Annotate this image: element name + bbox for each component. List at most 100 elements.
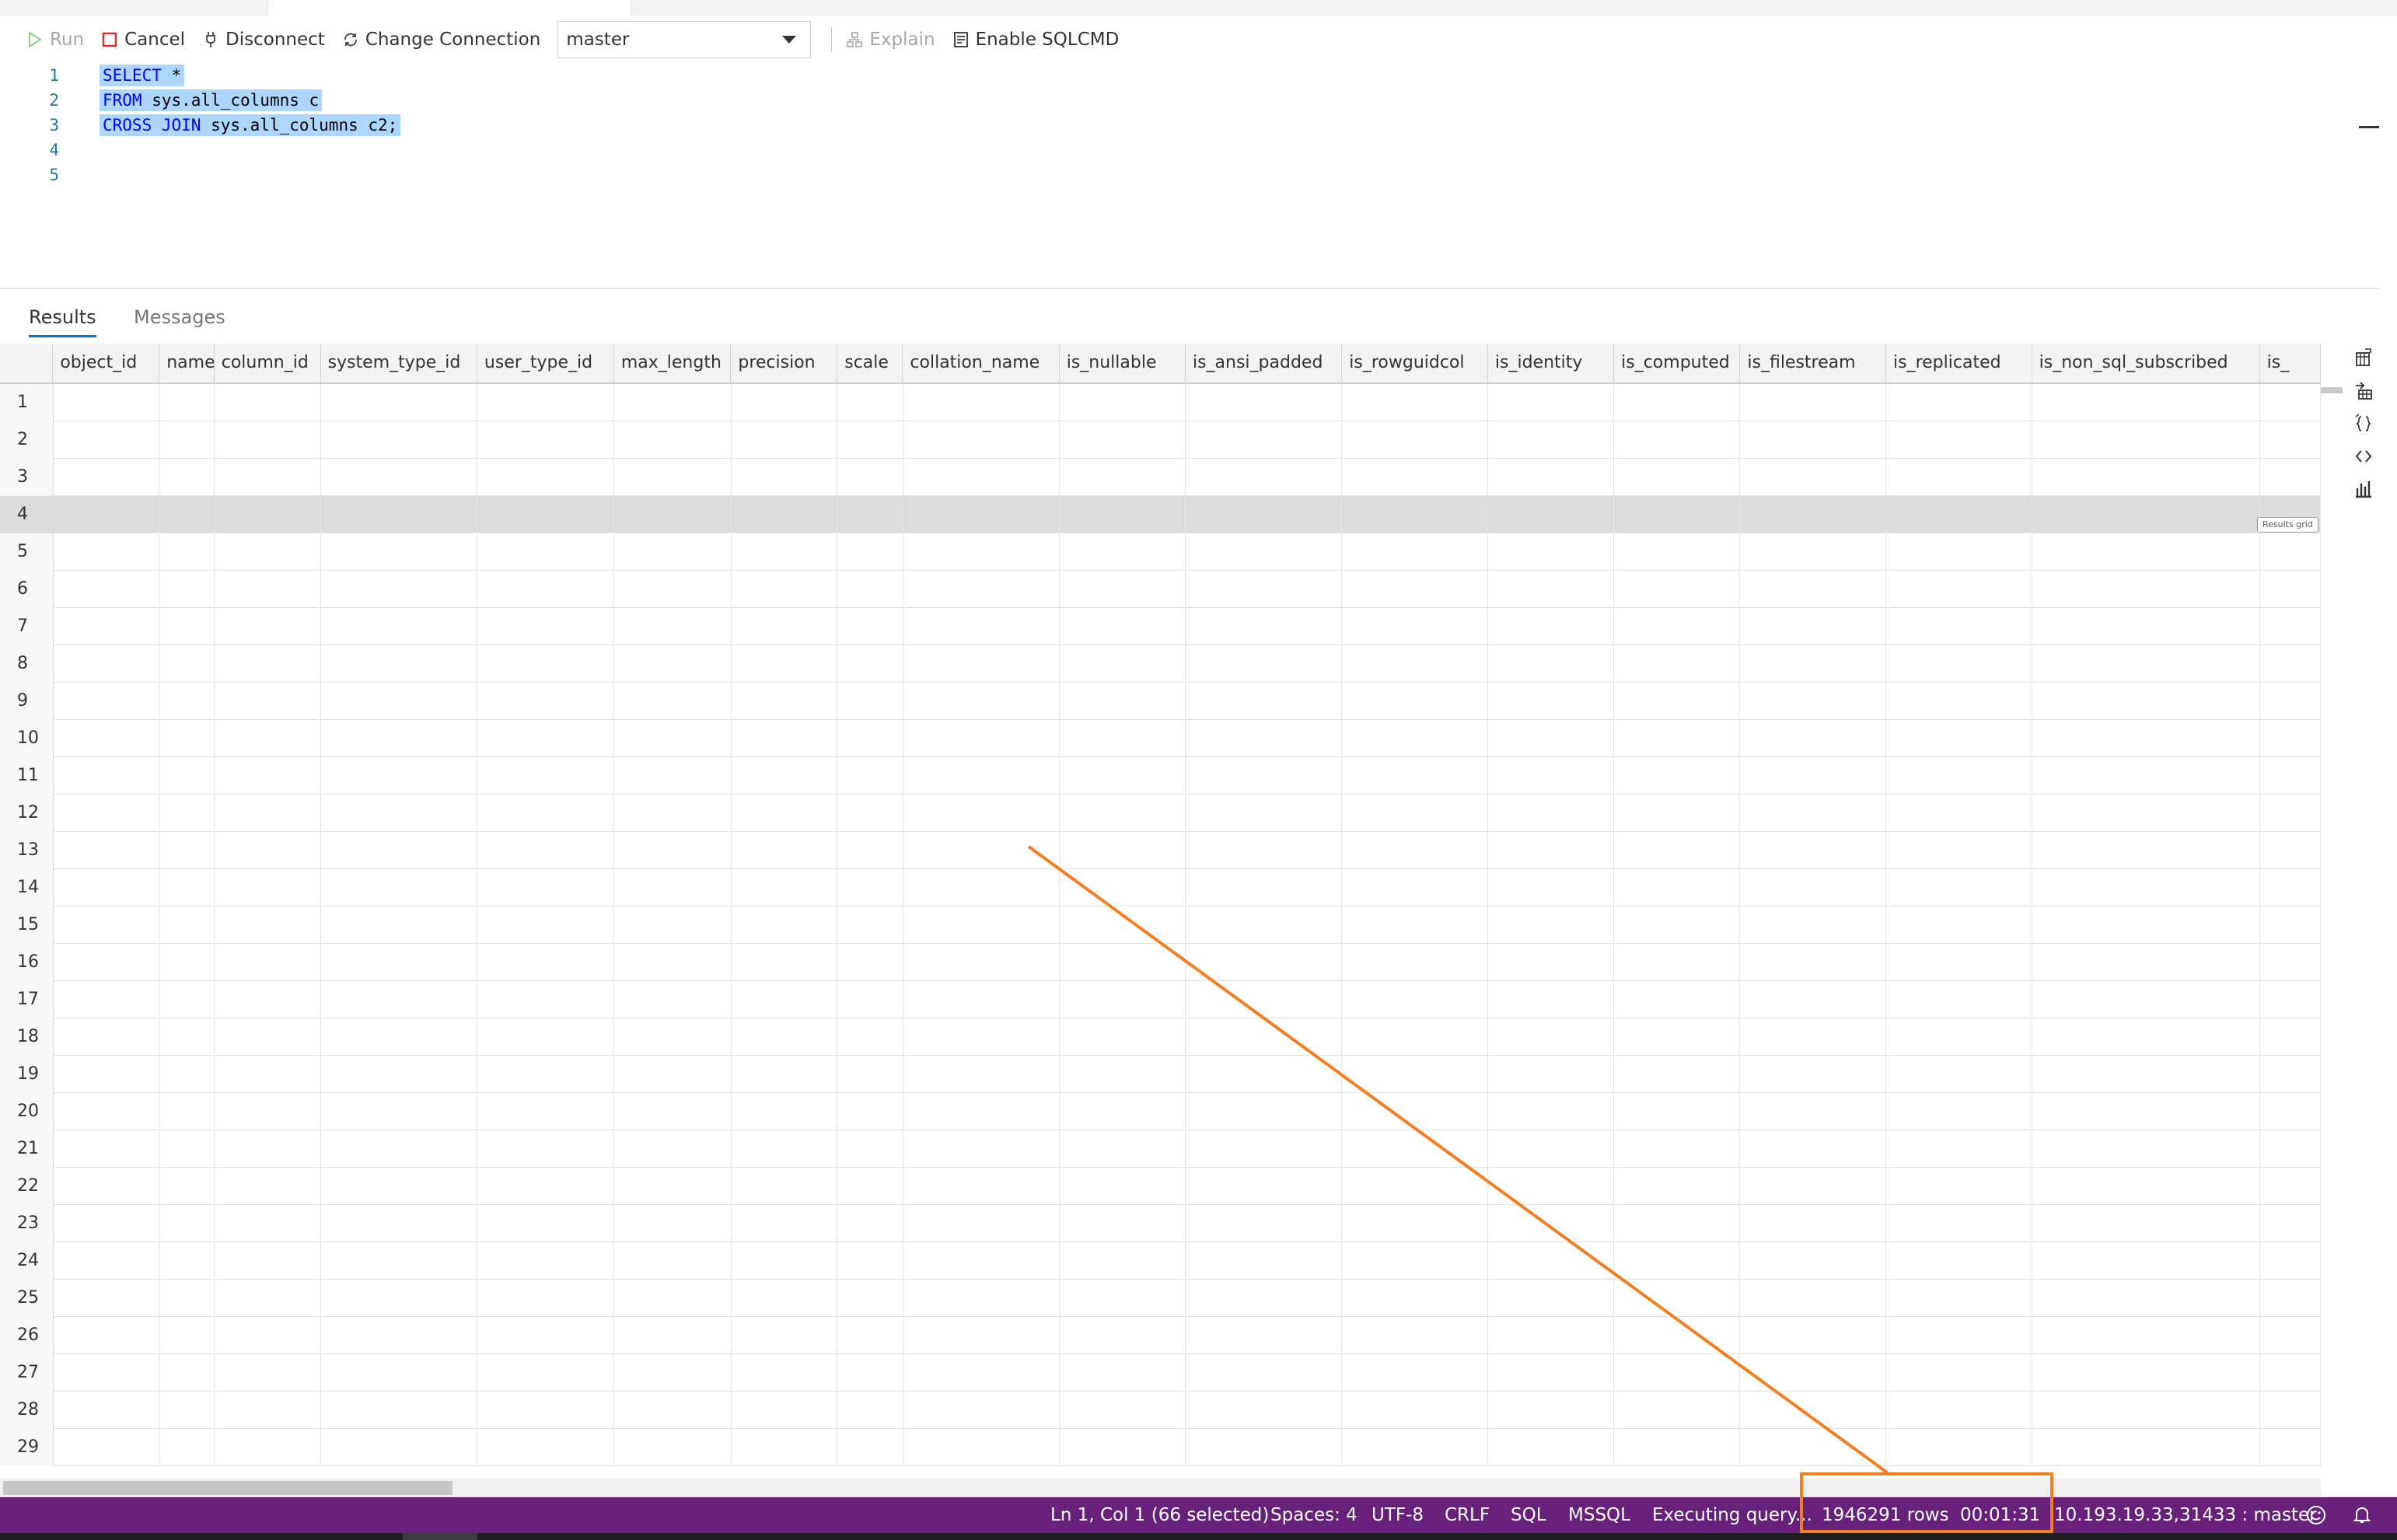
grid-cell[interactable] bbox=[1060, 794, 1186, 832]
grid-cell[interactable] bbox=[614, 1168, 732, 1205]
grid-cell[interactable] bbox=[1740, 1130, 1887, 1168]
grid-cell[interactable] bbox=[1740, 1205, 1887, 1242]
grid-cell[interactable] bbox=[903, 832, 1060, 869]
grid-cell[interactable] bbox=[1342, 1317, 1488, 1354]
grid-cell[interactable] bbox=[837, 459, 903, 496]
grid-cell[interactable] bbox=[215, 384, 321, 421]
grid-cell[interactable] bbox=[54, 1130, 160, 1168]
column-header[interactable]: precision bbox=[731, 344, 838, 384]
table-row[interactable]: 9 bbox=[0, 683, 2321, 720]
grid-cell[interactable] bbox=[1060, 1317, 1186, 1354]
grid-cell[interactable] bbox=[1614, 1392, 1741, 1429]
grid-cell[interactable] bbox=[2260, 608, 2321, 645]
grid-cell[interactable] bbox=[2032, 421, 2260, 459]
row-number[interactable]: 2 bbox=[0, 421, 54, 459]
grid-cell[interactable] bbox=[1060, 533, 1186, 571]
grid-cell[interactable] bbox=[2260, 1354, 2321, 1392]
grid-cell[interactable] bbox=[215, 794, 321, 832]
grid-cell[interactable] bbox=[1886, 1280, 2032, 1317]
grid-cell[interactable] bbox=[477, 645, 615, 683]
sql-editor[interactable]: 1 2 3 4 5 SELECT * FROM sys.all_columns … bbox=[0, 64, 2379, 288]
grid-cell[interactable] bbox=[2032, 1093, 2260, 1130]
grid-cell[interactable] bbox=[1886, 421, 2032, 459]
grid-cell[interactable] bbox=[477, 757, 615, 794]
grid-cell[interactable] bbox=[1614, 832, 1741, 869]
grid-cell[interactable] bbox=[732, 869, 838, 906]
grid-cell[interactable] bbox=[614, 608, 732, 645]
grid-cell[interactable] bbox=[1740, 496, 1887, 533]
grid-cell[interactable] bbox=[1060, 1242, 1186, 1280]
status-cursor-position[interactable]: Ln 1, Col 1 (66 selected) bbox=[1050, 1497, 1269, 1533]
grid-cell[interactable] bbox=[1488, 1429, 1615, 1466]
grid-cell[interactable] bbox=[837, 1056, 903, 1093]
grid-cell[interactable] bbox=[160, 906, 215, 944]
column-header[interactable]: scale bbox=[837, 344, 903, 384]
grid-cell[interactable] bbox=[614, 906, 732, 944]
grid-cell[interactable] bbox=[1342, 981, 1488, 1018]
grid-cell[interactable] bbox=[321, 1242, 478, 1280]
grid-cell[interactable] bbox=[321, 459, 478, 496]
grid-cell[interactable] bbox=[837, 906, 903, 944]
grid-cell[interactable] bbox=[1060, 645, 1186, 683]
grid-cell[interactable] bbox=[732, 720, 838, 757]
grid-cell[interactable] bbox=[215, 1056, 321, 1093]
row-number[interactable]: 24 bbox=[0, 1242, 54, 1280]
grid-cell[interactable] bbox=[215, 720, 321, 757]
grid-cell[interactable] bbox=[1342, 608, 1488, 645]
grid-cell[interactable] bbox=[215, 1018, 321, 1056]
table-row[interactable]: 11 bbox=[0, 757, 2321, 794]
grid-cell[interactable] bbox=[2260, 384, 2321, 421]
status-indentation[interactable]: Spaces: 4 bbox=[1270, 1497, 1357, 1533]
grid-cell[interactable] bbox=[1740, 1168, 1887, 1205]
table-row[interactable]: 12 bbox=[0, 794, 2321, 832]
code-line[interactable]: CROSS JOIN sys.all_columns c2; bbox=[100, 113, 401, 137]
grid-cell[interactable] bbox=[160, 1392, 215, 1429]
grid-cell[interactable] bbox=[1488, 459, 1615, 496]
grid-cell[interactable] bbox=[1186, 384, 1343, 421]
grid-cell[interactable] bbox=[1886, 645, 2032, 683]
grid-cell[interactable] bbox=[1342, 1168, 1488, 1205]
grid-cell[interactable] bbox=[2260, 645, 2321, 683]
grid-cell[interactable] bbox=[2032, 1317, 2260, 1354]
grid-cell[interactable] bbox=[1740, 720, 1887, 757]
grid-cell[interactable] bbox=[2032, 1130, 2260, 1168]
grid-cell[interactable] bbox=[321, 720, 478, 757]
row-number[interactable]: 4 bbox=[0, 496, 54, 533]
grid-cell[interactable] bbox=[54, 832, 160, 869]
grid-cell[interactable] bbox=[1488, 1392, 1615, 1429]
grid-cell[interactable] bbox=[1886, 1354, 2032, 1392]
grid-cell[interactable] bbox=[160, 459, 215, 496]
grid-cell[interactable] bbox=[1740, 944, 1887, 981]
grid-cell[interactable] bbox=[215, 645, 321, 683]
grid-cell[interactable] bbox=[1342, 1280, 1488, 1317]
grid-cell[interactable] bbox=[732, 832, 838, 869]
grid-cell[interactable] bbox=[1488, 1354, 1615, 1392]
grid-cell[interactable] bbox=[903, 1317, 1060, 1354]
grid-cell[interactable] bbox=[1886, 869, 2032, 906]
grid-cell[interactable] bbox=[903, 981, 1060, 1018]
grid-cell[interactable] bbox=[837, 608, 903, 645]
grid-cell[interactable] bbox=[215, 1354, 321, 1392]
row-number[interactable]: 28 bbox=[0, 1392, 54, 1429]
grid-cell[interactable] bbox=[1886, 832, 2032, 869]
grid-cell[interactable] bbox=[732, 757, 838, 794]
grid-cell[interactable] bbox=[54, 1093, 160, 1130]
grid-cell[interactable] bbox=[160, 645, 215, 683]
grid-cell[interactable] bbox=[2260, 906, 2321, 944]
grid-cell[interactable] bbox=[1060, 1130, 1186, 1168]
grid-cell[interactable] bbox=[837, 757, 903, 794]
grid-cell[interactable] bbox=[1342, 906, 1488, 944]
grid-cell[interactable] bbox=[732, 1354, 838, 1392]
grid-cell[interactable] bbox=[1886, 384, 2032, 421]
grid-cell[interactable] bbox=[2260, 1093, 2321, 1130]
grid-cell[interactable] bbox=[1342, 1392, 1488, 1429]
table-row[interactable]: 29 bbox=[0, 1429, 2321, 1466]
column-header[interactable]: is_ansi_padded bbox=[1186, 344, 1343, 384]
grid-cell[interactable] bbox=[1342, 944, 1488, 981]
grid-cell[interactable] bbox=[1060, 757, 1186, 794]
code-line[interactable]: SELECT * bbox=[100, 64, 185, 87]
grid-cell[interactable] bbox=[1886, 794, 2032, 832]
grid-cell[interactable] bbox=[1488, 421, 1615, 459]
grid-cell[interactable] bbox=[215, 1130, 321, 1168]
grid-cell[interactable] bbox=[160, 1205, 215, 1242]
